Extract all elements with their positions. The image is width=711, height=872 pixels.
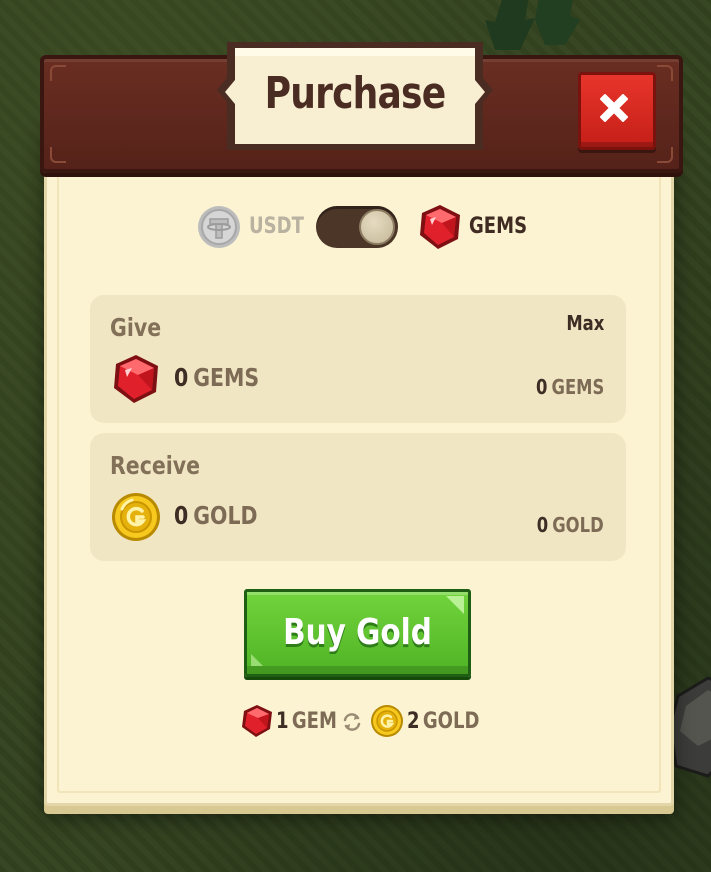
pine-tree-decoration <box>485 0 580 50</box>
give-amount-input[interactable]: 0 GEMS <box>174 363 259 392</box>
give-balance: 0 GEMS <box>536 375 604 399</box>
toggle-knob <box>359 209 395 245</box>
gem-icon <box>114 355 158 403</box>
rate-gem-unit: GEM <box>291 709 337 734</box>
rate-gold-unit: GOLD <box>422 709 480 734</box>
receive-label: Receive <box>110 451 201 480</box>
gem-icon[interactable] <box>416 203 464 251</box>
rate-gem-amount: 1 <box>276 709 289 734</box>
receive-amount-value: 0 <box>174 501 189 530</box>
corner-ornament <box>50 65 66 81</box>
max-button[interactable]: Max <box>566 311 604 335</box>
buy-gold-button[interactable]: Buy Gold <box>244 589 471 677</box>
exchange-rate: 1 GEM 2 GOLD <box>240 702 480 742</box>
corner-ornament <box>657 65 673 81</box>
receive-balance-unit: GOLD <box>552 513 604 537</box>
receive-panel: Receive 0 GOLD 0 GOLD <box>90 433 626 561</box>
give-balance-unit: GEMS <box>551 375 604 399</box>
title-banner: Purchase <box>215 40 495 152</box>
corner-ornament <box>50 147 66 163</box>
currency-toggle-row: USDT GEMS <box>195 200 527 256</box>
receive-balance: 0 GOLD <box>537 513 604 537</box>
gem-icon <box>242 705 272 737</box>
usdt-label[interactable]: USDT <box>249 214 304 239</box>
rate-gold-amount: 2 <box>407 709 420 734</box>
receive-amount-field: 0 GOLD <box>174 501 258 530</box>
rate-gold-text: 2 GOLD <box>407 709 479 734</box>
close-x-icon <box>600 94 628 122</box>
gold-coin-icon <box>112 493 160 541</box>
give-label: Give <box>110 313 162 342</box>
gems-label[interactable]: GEMS <box>469 214 527 239</box>
give-balance-value: 0 <box>535 375 548 399</box>
swap-arrows-icon <box>343 713 361 731</box>
dialog-title: Purchase <box>264 68 447 119</box>
corner-ornament <box>657 147 673 163</box>
receive-amount-unit: GOLD <box>193 501 258 530</box>
give-amount-unit: GEMS <box>193 363 260 392</box>
close-button[interactable] <box>578 72 656 150</box>
gold-coin-icon <box>371 705 403 737</box>
currency-toggle-switch[interactable] <box>316 206 398 248</box>
rock-decoration <box>668 676 711 778</box>
give-panel: Give Max 0 GEMS 0 GEMS <box>90 295 626 423</box>
usdt-coin-icon[interactable] <box>197 205 241 249</box>
give-amount-value: 0 <box>174 363 189 392</box>
receive-balance-value: 0 <box>537 513 549 537</box>
rate-gem-text: 1 GEM <box>276 709 337 734</box>
buy-gold-label: Buy Gold <box>283 612 432 653</box>
